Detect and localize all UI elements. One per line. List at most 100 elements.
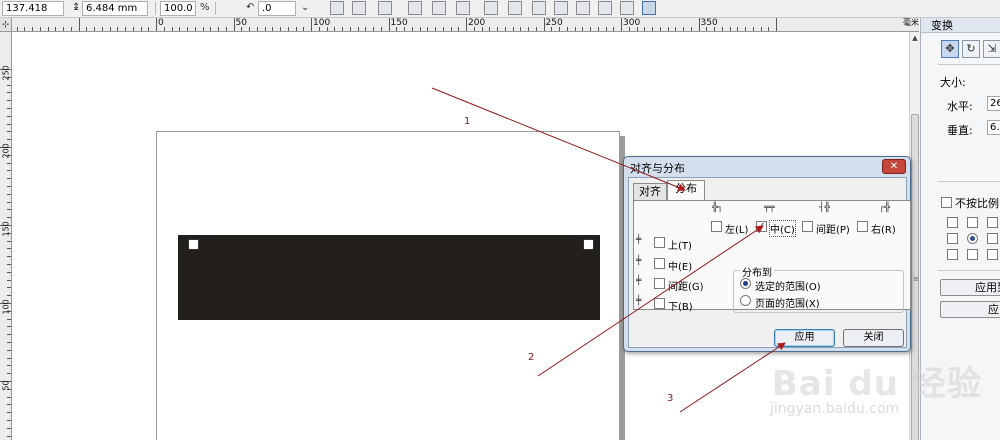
ruler-tick	[24, 27, 26, 31]
anchor-checkbox-mr[interactable]	[987, 233, 998, 244]
mirror-vertical-button[interactable]	[352, 1, 366, 15]
anchor-checkbox-ml[interactable]	[947, 233, 958, 244]
horizontal-ruler[interactable]: 0 50 100 150 200 250 300 350 毫米	[12, 18, 919, 32]
distribute-bottom-checkbox[interactable]	[654, 298, 665, 309]
back-minus-front-button[interactable]	[598, 1, 612, 15]
selection-extent-label: 选定的范围(O)	[755, 282, 821, 293]
vertical-ruler[interactable]: 250 200 150 100 50	[0, 32, 12, 440]
distribute-spacing-h-checkbox[interactable]	[802, 221, 813, 232]
ruler-tick	[597, 27, 599, 31]
ruler-tick	[7, 100, 11, 102]
group-button[interactable]	[408, 1, 422, 15]
anchor-checkbox-tc[interactable]	[967, 217, 978, 228]
ruler-tick	[535, 27, 537, 31]
ruler-tick	[210, 27, 212, 31]
boundary-button[interactable]	[620, 1, 634, 15]
ungroup-all-button[interactable]	[456, 1, 470, 15]
ruler-tick	[280, 27, 281, 31]
distribute-right-label: 右(R)	[871, 225, 896, 236]
ruler-origin[interactable]: ⊹	[0, 18, 12, 32]
trim-button[interactable]	[508, 1, 522, 15]
distribute-left-checkbox[interactable]	[711, 221, 722, 232]
distribute-vspacing-icon: ╪	[636, 276, 642, 286]
position-transform-button[interactable]: ✥	[941, 40, 959, 58]
ruler-tick	[7, 240, 11, 242]
close-button[interactable]: 关闭	[843, 329, 904, 347]
horizontal-size-field[interactable]: 26.	[987, 96, 1000, 111]
anchor-checkbox-bc[interactable]	[967, 249, 978, 260]
dialog-close-icon[interactable]: ✕	[882, 159, 906, 174]
ruler-tick	[752, 27, 754, 31]
ruler-tick	[311, 18, 312, 31]
distribute-right-checkbox[interactable]	[857, 221, 868, 232]
distribute-vspacing-checkbox[interactable]	[654, 278, 665, 289]
scale-field[interactable]: 100.0	[160, 1, 196, 16]
ruler-tick	[63, 27, 64, 31]
annotation-number-1: 1	[464, 116, 471, 127]
anchor-checkbox-tr[interactable]	[987, 217, 998, 228]
anchor-center-radio[interactable]	[967, 233, 978, 244]
distribute-left-label: 左(L)	[725, 225, 749, 236]
weld-button[interactable]	[484, 1, 498, 15]
ruler-tick	[7, 334, 11, 336]
front-minus-back-button[interactable]	[576, 1, 590, 15]
anchor-checkbox-br[interactable]	[987, 249, 998, 260]
ruler-tick	[7, 271, 11, 273]
ruler-tick	[512, 27, 514, 31]
intersect-button[interactable]	[532, 1, 546, 15]
ruler-tick	[7, 326, 11, 328]
ruler-tick	[7, 264, 11, 265]
rotation-spin-icon[interactable]: ⌄	[301, 2, 309, 13]
ruler-tick	[7, 123, 11, 125]
ruler-tick	[768, 27, 770, 31]
selection-handle[interactable]	[583, 239, 594, 250]
ruler-tick	[256, 27, 258, 31]
distribute-top-checkbox[interactable]	[654, 237, 665, 248]
simplify-button[interactable]	[554, 1, 568, 15]
size-label: 大小:	[940, 76, 966, 89]
scroll-up-arrow-icon[interactable]: ▲	[910, 32, 920, 44]
page-extent-radio[interactable]	[740, 295, 751, 306]
ruler-tick	[582, 27, 584, 31]
distribute-middle-label: 中(E)	[668, 262, 693, 273]
horizontal-size-label: 水平:	[947, 100, 973, 113]
distribute-middle-icon: ╪	[636, 256, 642, 266]
apply-to-duplicate-button[interactable]: 应用到	[940, 279, 1000, 296]
ruler-tick	[644, 27, 646, 31]
ruler-tick	[458, 27, 460, 31]
vertical-size-field[interactable]: 6.4	[987, 120, 1000, 135]
selection-extent-radio[interactable]	[740, 278, 751, 289]
align-distribute-button[interactable]	[642, 1, 656, 15]
distribute-center-label: 中(C)	[769, 220, 796, 237]
rotation-angle-field[interactable]: .0	[258, 1, 296, 16]
selected-rectangle[interactable]	[178, 235, 600, 320]
arrange-button[interactable]	[378, 1, 392, 15]
ruler-tick	[55, 27, 57, 31]
mirror-horizontal-button[interactable]	[330, 1, 344, 15]
rotate-transform-button[interactable]: ↻	[962, 40, 980, 58]
tab-align[interactable]: 对齐	[633, 183, 667, 201]
nonproportional-checkbox[interactable]	[941, 197, 952, 208]
ruler-tick	[7, 193, 11, 195]
ungroup-button[interactable]	[432, 1, 446, 15]
distribute-spacing-h-label: 间距(P)	[816, 225, 850, 236]
nonproportional-label: 不按比例	[955, 197, 999, 210]
ruler-tick	[7, 287, 11, 289]
distribute-center-checkbox[interactable]: ✓	[756, 221, 767, 232]
anchor-checkbox-tl[interactable]	[947, 217, 958, 228]
selection-handle[interactable]	[188, 239, 199, 250]
ruler-tick	[7, 108, 11, 109]
distribute-middle-checkbox[interactable]	[654, 258, 665, 269]
object-width-field[interactable]: 137.418 mm	[2, 1, 64, 27]
ruler-tick	[7, 131, 11, 133]
ruler-tick	[7, 248, 11, 250]
docker-apply-button[interactable]: 应	[940, 301, 1000, 318]
ruler-tick	[171, 27, 173, 31]
ruler-tick	[7, 295, 11, 297]
anchor-checkbox-bl[interactable]	[947, 249, 958, 260]
apply-button[interactable]: 应用	[774, 329, 835, 347]
tab-distribute[interactable]: 分布	[667, 180, 705, 201]
scale-transform-button[interactable]: ⇲	[983, 40, 1000, 58]
ruler-tick	[667, 27, 669, 31]
object-height-field[interactable]: 6.484 mm	[82, 1, 148, 16]
